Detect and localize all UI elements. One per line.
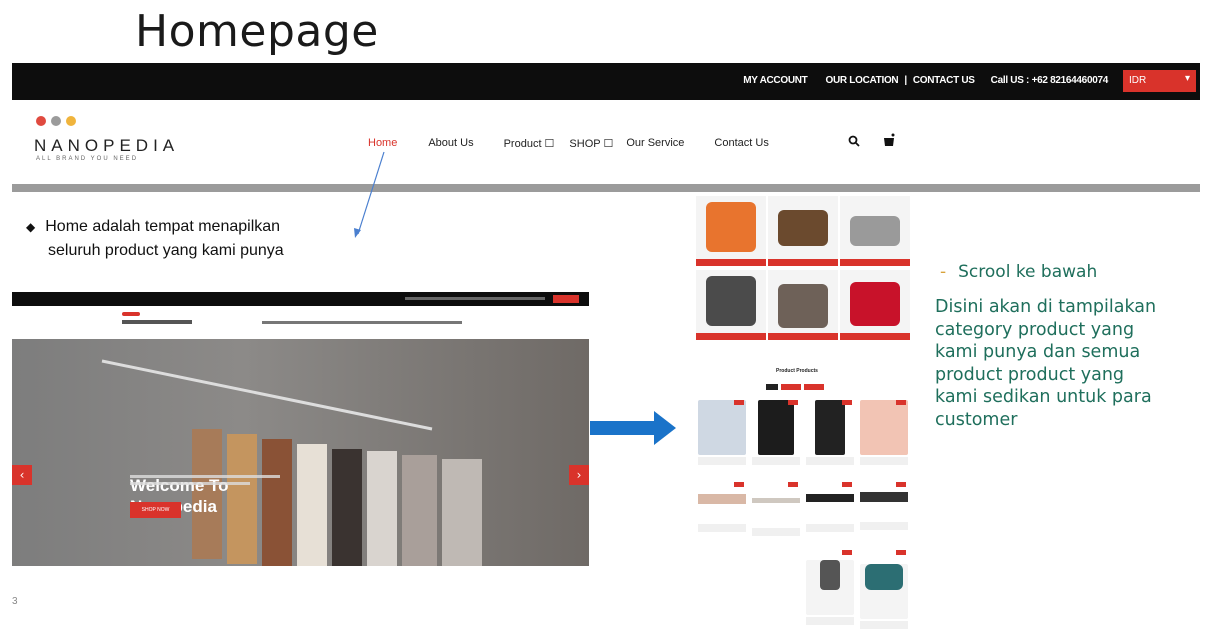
nav-item-about-us[interactable]: About Us: [428, 137, 473, 150]
product-card[interactable]: [860, 550, 908, 629]
hero-subtitle-line-2: [130, 482, 250, 485]
description-line: kami sedikan untuk para: [935, 387, 1152, 407]
logo-dot-yellow: [66, 116, 76, 126]
nav-item-shop[interactable]: SHOP ☐: [569, 137, 613, 150]
description-line: category product yang: [935, 319, 1135, 340]
description-text: Disini akan di tampilakan category produ…: [935, 296, 1203, 431]
nav-item-our-service[interactable]: Our Service: [626, 137, 684, 150]
top-bar-links: MY ACCOUNT OUR LOCATION | CONTACT US Cal…: [743, 75, 1108, 86]
description-line: customer: [935, 409, 1018, 430]
hero-mini-topbar: [12, 292, 589, 306]
product-card[interactable]: [860, 400, 908, 465]
carousel-next-button[interactable]: ›: [569, 465, 589, 485]
products-section-title: Product Products: [776, 368, 818, 374]
products-tab-1[interactable]: [766, 384, 778, 390]
annotation-line-2: seluruh product yang kami punya: [48, 242, 284, 259]
products-tab-3[interactable]: [804, 384, 824, 390]
page-number: 3: [12, 596, 18, 607]
nav-item-contact-us[interactable]: Contact Us: [714, 137, 768, 150]
slide-title: Homepage: [135, 6, 379, 57]
product-card[interactable]: [806, 400, 854, 465]
annotation-line-1: Home adalah tempat menapilkan: [45, 218, 281, 235]
topbar-separator: |: [904, 75, 907, 86]
scroll-hint: - Scrool ke bawah: [940, 262, 1097, 282]
dash-bullet: -: [940, 262, 947, 282]
logo-dot-gray: [51, 116, 61, 126]
brand-tagline: ALL BRAND YOU NEED: [36, 156, 139, 162]
description-line: kami punya dan semua: [935, 342, 1141, 362]
category-shoes[interactable]: [840, 196, 910, 266]
nav-icons: [848, 133, 896, 151]
scroll-hint-text: Scrool ke bawah: [958, 262, 1098, 282]
product-card[interactable]: [698, 482, 746, 532]
description-line: product product yang: [935, 364, 1125, 385]
shop-now-button[interactable]: SHOP NOW: [130, 502, 181, 518]
description-line: Disini akan di tampilakan: [935, 297, 1157, 317]
products-tab-2[interactable]: [781, 384, 801, 390]
nav-item-home[interactable]: Home: [368, 137, 397, 150]
hero-subtitle-line: [130, 475, 280, 478]
category-bag[interactable]: [768, 270, 838, 340]
navbar-divider: [12, 184, 1200, 192]
our-location-link[interactable]: OUR LOCATION: [825, 75, 898, 86]
call-us-text: Call US : +62 82164460074: [990, 75, 1109, 86]
search-icon[interactable]: [848, 135, 860, 151]
logo-dot-red: [36, 116, 46, 126]
product-card[interactable]: [752, 400, 800, 465]
product-card[interactable]: [806, 550, 854, 625]
hero-welcome-line-1: Welcome To: [130, 476, 229, 495]
products-tabs: [766, 384, 824, 390]
logo-dots: [36, 116, 76, 126]
annotation-text: ◆ Home adalah tempat menapilkan seluruh p…: [26, 215, 284, 263]
product-card[interactable]: [752, 482, 800, 536]
carousel-prev-button[interactable]: ‹: [12, 465, 32, 485]
clothes-rack-image: [101, 359, 482, 566]
hero-screenshot: Welcome To Nanopedia SHOP NOW ‹ ›: [12, 292, 589, 566]
category-grid: [696, 196, 910, 342]
category-jacket[interactable]: [696, 270, 766, 340]
chevron-down-icon: ▾: [1184, 73, 1190, 84]
contact-us-link[interactable]: CONTACT US: [913, 75, 975, 86]
main-nav: Home About Us Product ☐ SHOP ☐ Our Servi…: [368, 137, 769, 150]
arrow-right-icon: [590, 411, 676, 445]
product-collage: Product Products: [696, 196, 910, 629]
currency-select[interactable]: IDR ▾: [1123, 70, 1196, 92]
currency-value: IDR: [1129, 75, 1147, 86]
brand-logo[interactable]: NANOPEDIA: [34, 136, 179, 156]
top-bar: MY ACCOUNT OUR LOCATION | CONTACT US Cal…: [12, 63, 1200, 100]
product-card[interactable]: [860, 482, 908, 530]
product-card[interactable]: [698, 400, 746, 465]
product-card[interactable]: [806, 482, 854, 532]
category-wallet[interactable]: [768, 196, 838, 266]
hero-mini-navbar: [12, 306, 589, 339]
my-account-link[interactable]: MY ACCOUNT: [743, 75, 808, 86]
cart-icon[interactable]: [882, 133, 896, 151]
bullet-icon: ◆: [26, 220, 36, 234]
category-heels[interactable]: [840, 270, 910, 340]
category-tshirt[interactable]: [696, 196, 766, 266]
hero-banner: Welcome To Nanopedia SHOP NOW ‹ ›: [12, 339, 589, 566]
nav-item-product[interactable]: Product ☐: [504, 137, 555, 150]
